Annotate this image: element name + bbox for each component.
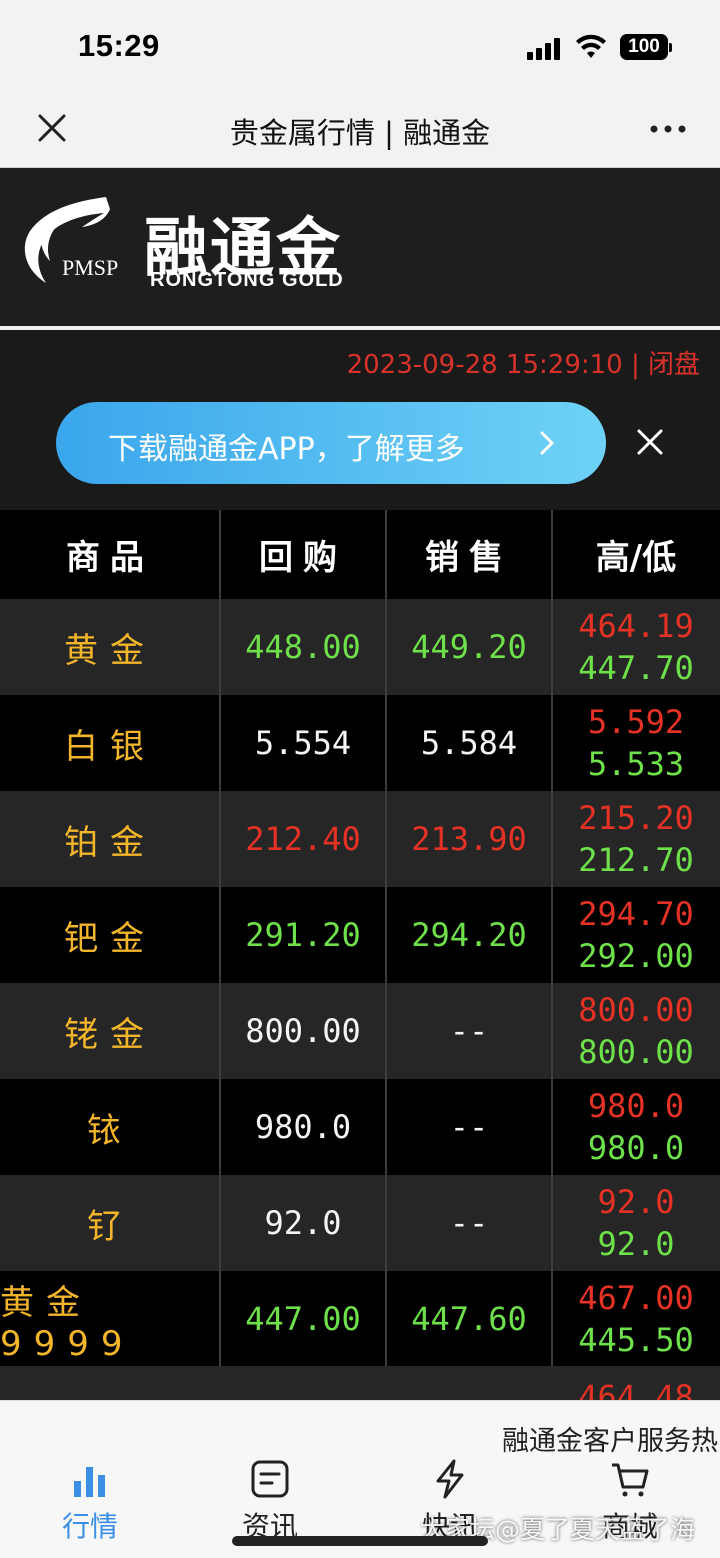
timestamp-row: 2023-09-28 15:29:10 | 闭盘 <box>0 334 720 386</box>
column-divider <box>551 510 553 1395</box>
high-price: 800.00 <box>578 991 694 1029</box>
cellular-signal-icon <box>527 38 563 60</box>
table-row: 白银 5.554 5.584 5.592 5.533 <box>0 695 720 791</box>
low-price: 980.0 <box>587 1129 685 1167</box>
table-row: 钯金 291.20 294.20 294.70 292.00 <box>0 887 720 983</box>
sell-price: 449.20 <box>411 628 527 666</box>
chart-bars-icon <box>74 1467 105 1497</box>
table-row: 铂金 212.40 213.90 215.20 212.70 <box>0 791 720 887</box>
sell-price: 5.584 <box>420 724 518 762</box>
status-time: 15:29 <box>78 28 160 63</box>
low-price: 447.70 <box>578 649 694 687</box>
table-row-partial: 464.48 <box>0 1366 720 1402</box>
product-name: 黄金 <box>64 630 156 671</box>
banner-close-icon[interactable] <box>636 428 664 456</box>
cart-icon <box>612 1463 649 1497</box>
download-app-button[interactable]: 下载融通金APP，了解更多 <box>56 402 606 484</box>
status-bar: 15:29 100 <box>0 0 720 92</box>
sell-price: 213.90 <box>411 820 527 858</box>
product-name: 铂金 <box>64 822 156 863</box>
market-timestamp: 2023-09-28 15:29:10 | 闭盘 <box>346 350 700 380</box>
buyback-price: 291.20 <box>245 916 361 954</box>
product-name: 钌 <box>87 1206 133 1247</box>
page-title: 贵金属行情 | 融通金 <box>229 116 491 150</box>
buyback-price: 447.00 <box>245 1300 361 1338</box>
service-ticker: 融通金客户服务热 <box>502 1426 718 1457</box>
high-price: 5.592 <box>587 703 685 741</box>
table-row: 黄金 448.00 449.20 464.19 447.70 <box>0 599 720 695</box>
more-icon[interactable] <box>648 114 688 144</box>
sell-price: -- <box>449 1108 489 1146</box>
low-price: 445.50 <box>578 1321 694 1359</box>
nav-bar: 贵金属行情 | 融通金 <box>0 92 720 168</box>
low-price: 5.533 <box>587 745 685 783</box>
header-product: 商品 <box>66 538 154 578</box>
low-price: 292.00 <box>578 937 694 975</box>
buyback-price: 5.554 <box>254 724 352 762</box>
chevron-right-icon <box>540 431 555 455</box>
price-table: 商品 回购 销售 高/低 黄金 448.00 449.20 464.19 447.70 白… <box>0 510 720 1367</box>
tab-market[interactable]: 行情 <box>30 1459 150 1549</box>
high-price: 464.19 <box>578 607 694 645</box>
battery-level: 100 <box>620 34 668 60</box>
sell-price: 447.60 <box>411 1300 527 1338</box>
download-app-label: 下载融通金APP，了解更多 <box>108 432 465 467</box>
header-sell: 销售 <box>425 538 513 578</box>
battery-icon: 100 <box>620 34 672 62</box>
tab-market-label: 行情 <box>61 1510 118 1543</box>
column-divider <box>219 510 221 1395</box>
table-header: 商品 回购 销售 高/低 <box>0 510 720 599</box>
high-price: 980.0 <box>587 1087 685 1125</box>
home-indicator <box>232 1536 488 1546</box>
low-price: 212.70 <box>578 841 694 879</box>
column-divider <box>385 510 387 1395</box>
download-banner-row: 下载融通金APP，了解更多 <box>0 386 720 510</box>
table-row: 铑金 800.00 -- 800.00 800.00 <box>0 983 720 1079</box>
buyback-price: 448.00 <box>245 628 361 666</box>
table-row: 铱 980.0 -- 980.0 980.0 <box>0 1079 720 1175</box>
high-price: 294.70 <box>578 895 694 933</box>
product-name: 铑金 <box>64 1014 156 1055</box>
header-high-low: 高/低 <box>595 538 677 578</box>
wifi-icon <box>576 34 606 58</box>
partial-high: 464.48 <box>578 1378 694 1402</box>
brand-header: PMSP 融通金 RONGTONG GOLD <box>0 169 720 330</box>
lightning-icon <box>436 1459 464 1499</box>
buyback-price: 92.0 <box>264 1204 342 1242</box>
header-buyback: 回购 <box>259 538 347 578</box>
news-icon <box>251 1460 289 1498</box>
low-price: 92.0 <box>597 1225 675 1263</box>
table-row: 钌 92.0 -- 92.0 92.0 <box>0 1175 720 1271</box>
table-row: 黄金9999 447.00 447.60 467.00 445.50 <box>0 1271 720 1367</box>
brand-name-en: RONGTONG GOLD <box>150 269 344 291</box>
product-name: 铱 <box>87 1110 133 1151</box>
high-price: 92.0 <box>597 1183 675 1221</box>
dragon-logo-icon: PMSP <box>24 197 118 283</box>
high-price: 467.00 <box>578 1279 694 1317</box>
low-price: 800.00 <box>578 1033 694 1071</box>
sell-price: 294.20 <box>411 916 527 954</box>
buyback-price: 800.00 <box>245 1012 361 1050</box>
logo-mark-text: PMSP <box>62 255 118 280</box>
product-name: 黄金9999 <box>0 1282 135 1364</box>
product-name: 白银 <box>64 726 156 767</box>
product-name: 钯金 <box>64 918 156 959</box>
high-price: 215.20 <box>578 799 694 837</box>
buyback-price: 980.0 <box>254 1108 352 1146</box>
buyback-price: 212.40 <box>245 820 361 858</box>
sell-price: -- <box>449 1204 489 1242</box>
sell-price: -- <box>449 1012 489 1050</box>
